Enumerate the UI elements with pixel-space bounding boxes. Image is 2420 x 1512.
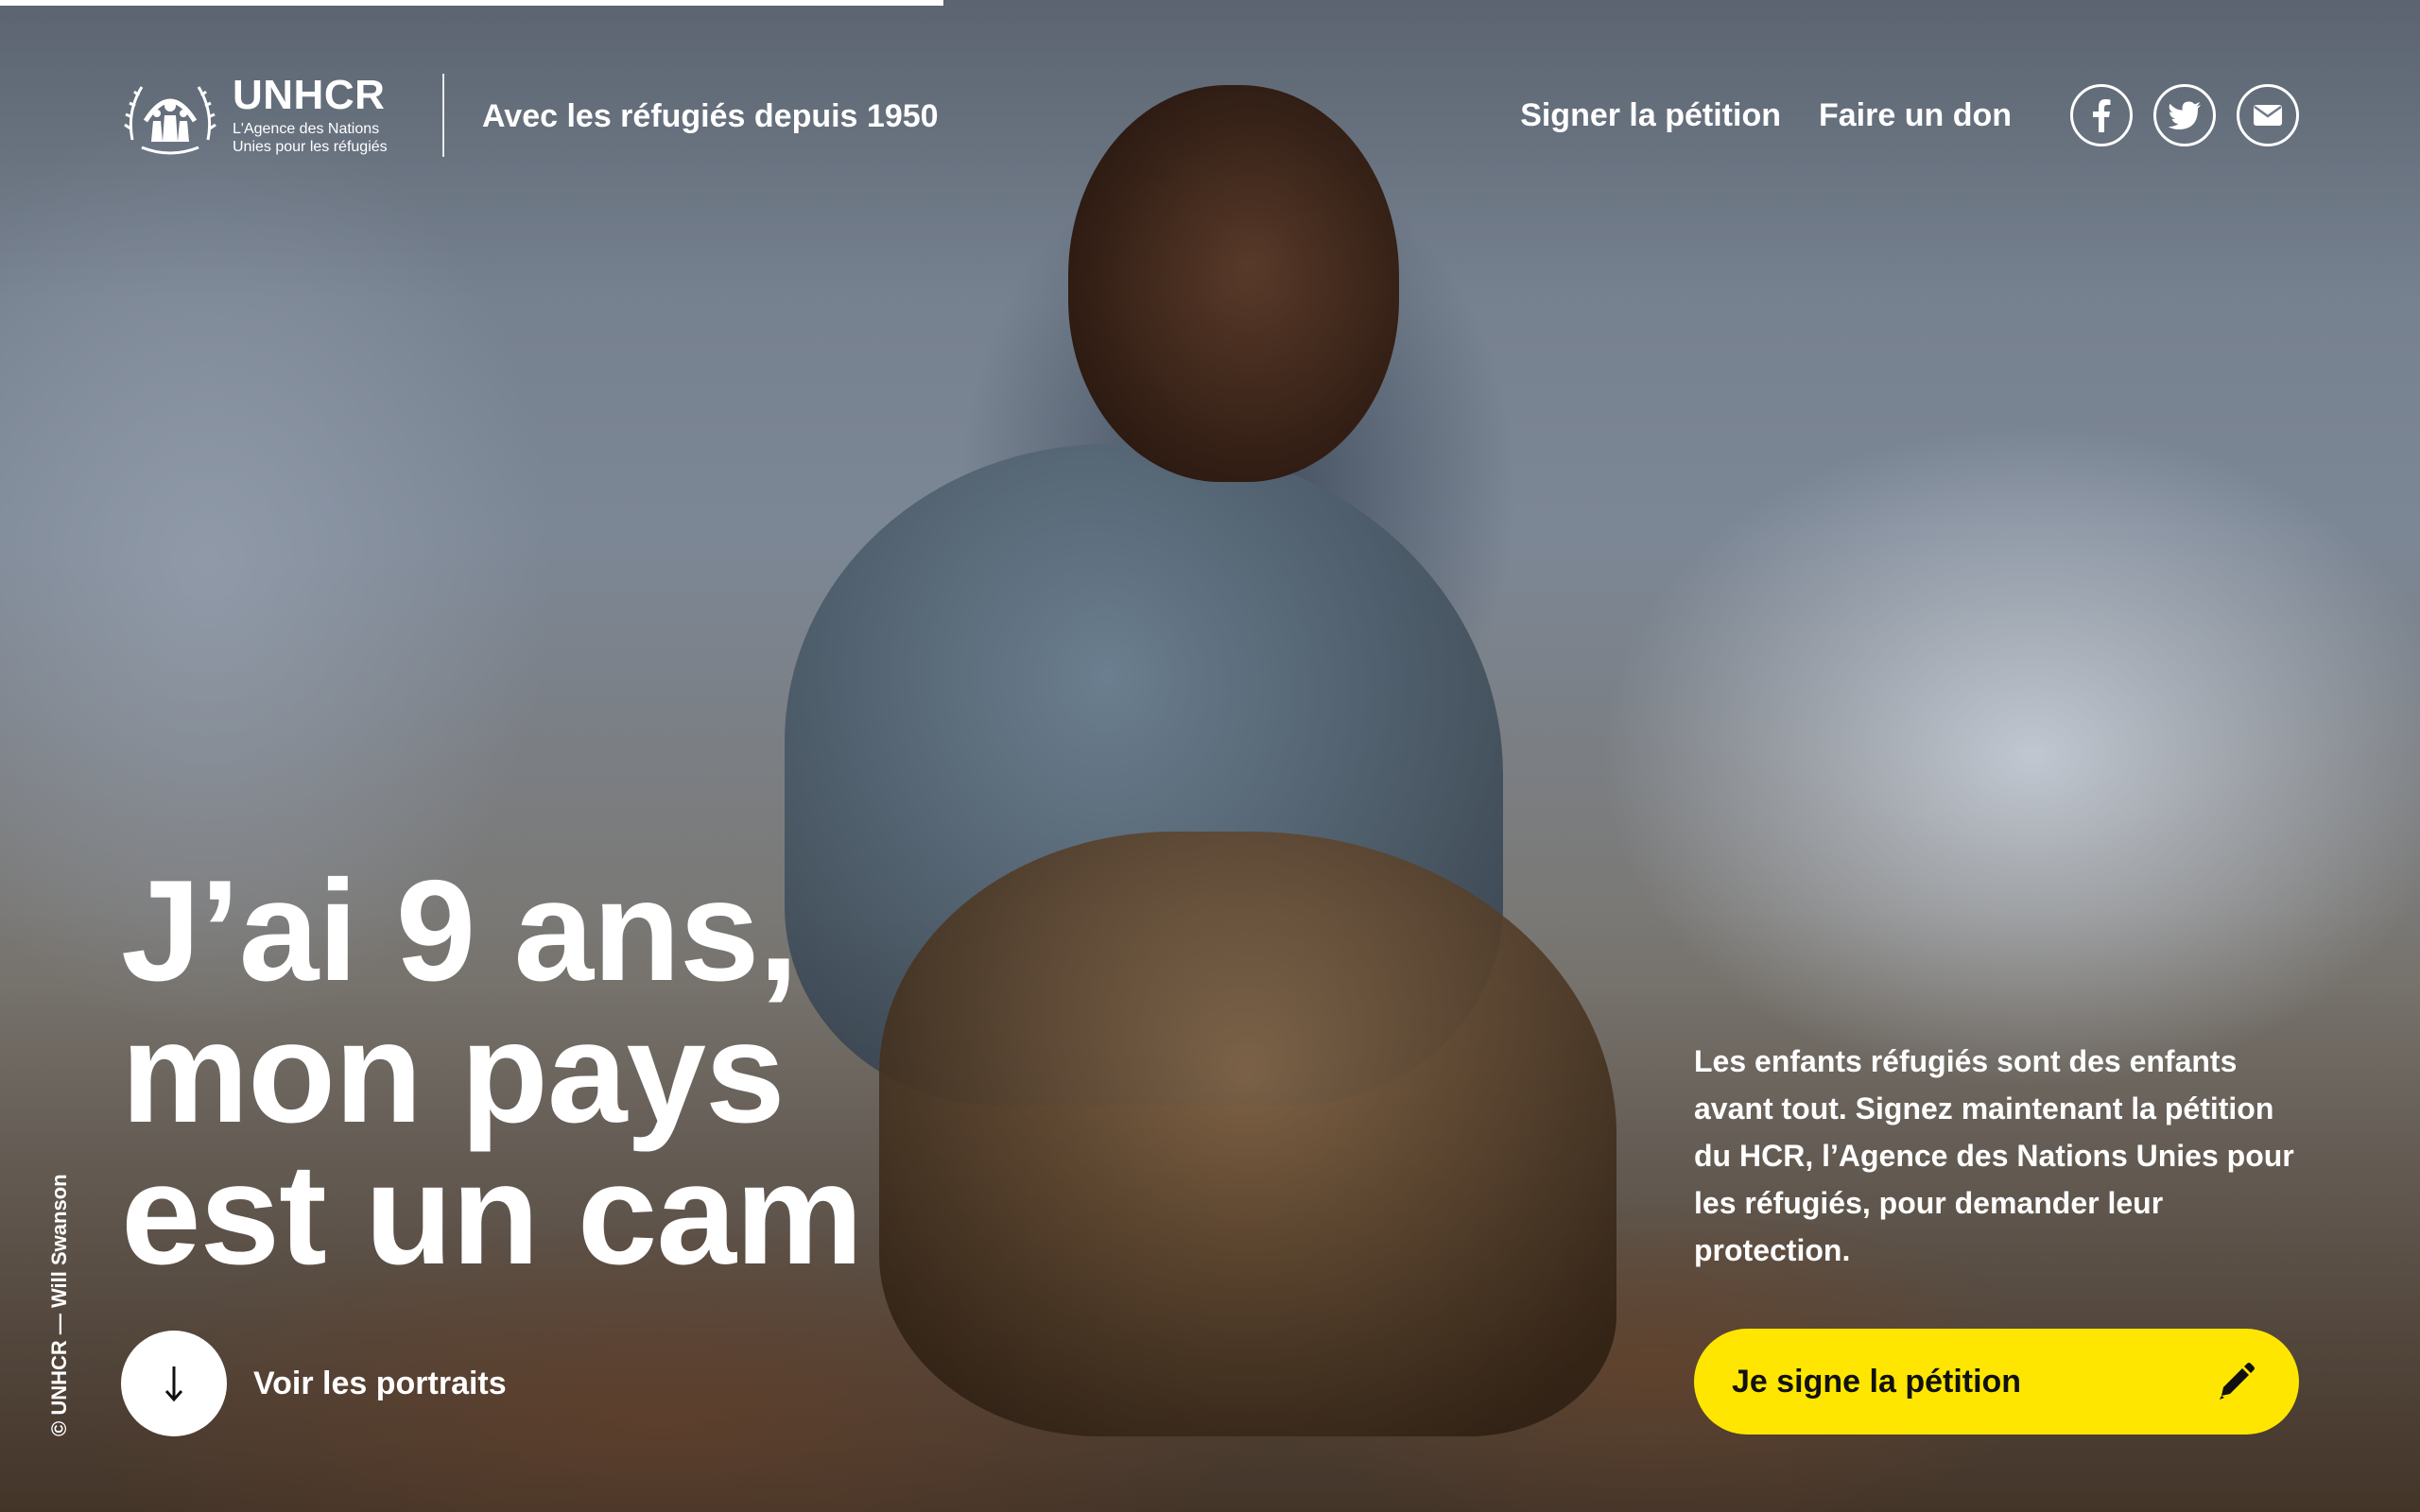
twitter-icon — [2168, 101, 2201, 129]
email-button[interactable] — [2237, 84, 2299, 146]
reading-progress-bar — [0, 0, 944, 6]
logo-subtitle-line1: L'Agence des Nations — [233, 121, 380, 137]
page: UNHCR L'Agence des Nations Unies pour le… — [0, 0, 2420, 1512]
logo-name: UNHCR — [233, 72, 386, 118]
header-nav: Signer la pétition Faire un don — [1520, 74, 2299, 157]
logo-subtitle-line2: Unies pour les réfugiés — [233, 139, 388, 155]
sign-petition-link[interactable]: Signer la pétition — [1520, 97, 1781, 134]
mail-icon — [2254, 105, 2282, 126]
site-header: UNHCR L'Agence des Nations Unies pour le… — [121, 74, 2299, 159]
facebook-icon — [2093, 99, 2111, 132]
tagline: Avec les réfugiés depuis 1950 — [482, 98, 939, 134]
hero-headline: J’ai 9 ans, mon pays est un cam — [121, 850, 863, 1295]
photo-credit: © UNHCR — Will Swanson — [47, 1174, 71, 1436]
logo-text: UNHCR L'Agence des Nations Unies pour le… — [233, 75, 388, 156]
cta-label: Je signe la pétition — [1732, 1363, 2022, 1400]
sign-petition-button[interactable]: Je signe la pétition — [1694, 1329, 2299, 1435]
unhcr-logo[interactable]: UNHCR L'Agence des Nations Unies pour le… — [121, 74, 388, 157]
facebook-button[interactable] — [2070, 84, 2133, 146]
arrow-down-icon — [164, 1366, 183, 1402]
portraits-circle — [121, 1331, 227, 1436]
twitter-button[interactable] — [2153, 84, 2216, 146]
headline-line-1: J’ai 9 ans, — [121, 850, 799, 1011]
header-divider — [442, 74, 444, 157]
unhcr-emblem-icon — [124, 86, 216, 155]
headline-line-3: est un cam — [121, 1134, 863, 1295]
donate-link[interactable]: Faire un don — [1819, 97, 2012, 134]
pencil-icon — [2220, 1363, 2255, 1400]
view-portraits-button[interactable]: Voir les portraits — [121, 1331, 507, 1436]
headline-line-2: mon pays — [121, 992, 786, 1153]
intro-text: Les enfants réfugiés sont des enfants av… — [1694, 1044, 2294, 1267]
portraits-label: Voir les portraits — [253, 1365, 507, 1401]
